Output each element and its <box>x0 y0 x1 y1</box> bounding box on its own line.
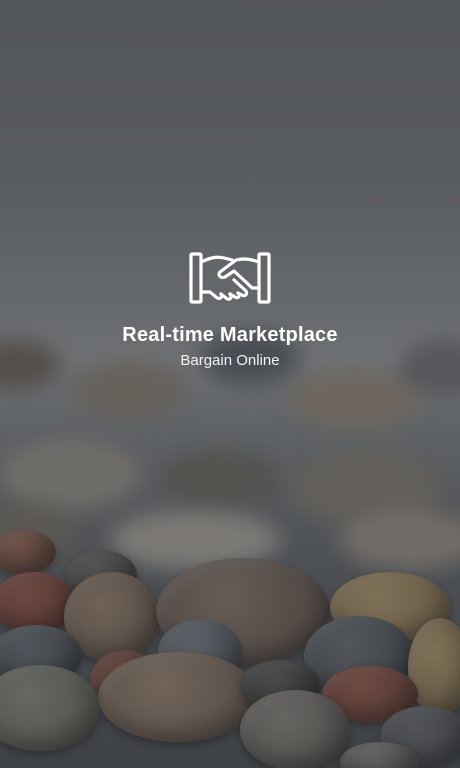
splash-content: Real-time Marketplace Bargain Online <box>0 248 460 369</box>
app-subtitle: Bargain Online <box>180 352 280 369</box>
app-title: Real-time Marketplace <box>122 324 338 346</box>
splash-screen: Real-time Marketplace Bargain Online <box>0 0 460 768</box>
handshake-icon <box>189 252 271 304</box>
foreground-pebbles <box>0 520 460 768</box>
